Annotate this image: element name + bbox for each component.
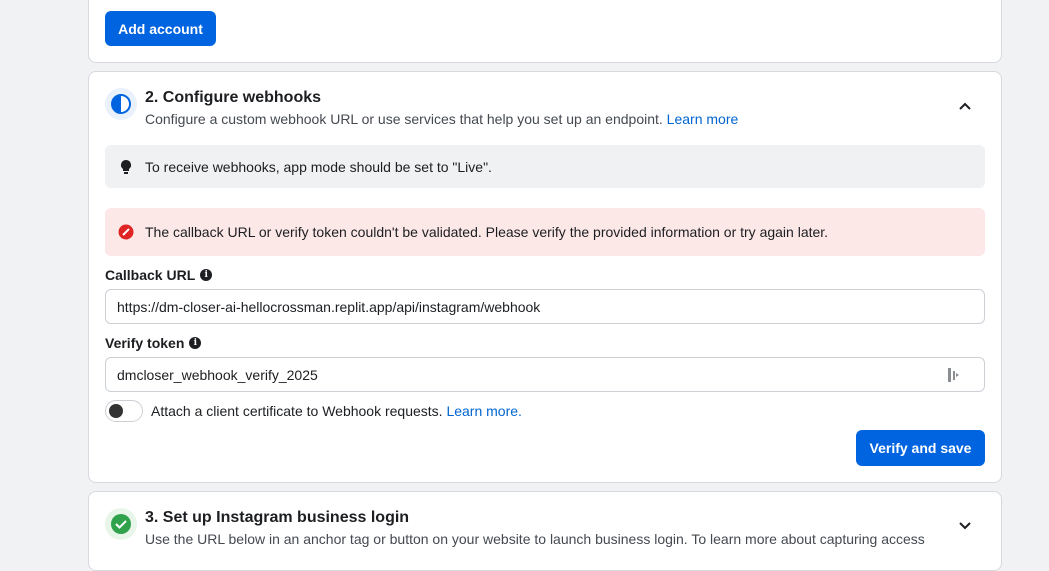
- info-icon[interactable]: i: [189, 337, 202, 349]
- error-banner-text: The callback URL or verify token couldn'…: [145, 224, 829, 240]
- chevron-down-icon[interactable]: [955, 516, 975, 536]
- verify-and-save-button[interactable]: Verify and save: [856, 430, 985, 466]
- client-certificate-toggle[interactable]: [105, 400, 143, 422]
- lightbulb-icon: [105, 159, 145, 175]
- business-login-card: 3. Set up Instagram business login Use t…: [88, 491, 1002, 571]
- check-circle-icon: [105, 508, 137, 540]
- half-progress-icon: [105, 88, 137, 120]
- connect-accounts-card: Add account: [88, 0, 1002, 63]
- callback-url-input[interactable]: [105, 289, 985, 324]
- client-certificate-text: Attach a client certificate to Webhook r…: [151, 403, 522, 419]
- step-title: 3. Set up Instagram business login: [145, 509, 410, 526]
- client-certificate-label: Attach a client certificate to Webhook r…: [151, 403, 443, 419]
- step-description: Configure a custom webhook URL or use se…: [145, 111, 738, 127]
- info-banner-text: To receive webhooks, app mode should be …: [145, 158, 492, 175]
- verify-token-input[interactable]: [105, 357, 985, 392]
- learn-more-link[interactable]: Learn more: [667, 111, 739, 127]
- info-icon[interactable]: i: [200, 269, 213, 281]
- password-manager-icon[interactable]: [947, 367, 961, 388]
- callback-url-label-text: Callback URL: [105, 267, 196, 283]
- add-account-button[interactable]: Add account: [105, 11, 216, 46]
- verify-token-label: Verify token i: [105, 335, 202, 351]
- step-description: Use the URL below in an anchor tag or bu…: [145, 531, 925, 547]
- error-banner: The callback URL or verify token couldn'…: [105, 208, 985, 256]
- verify-token-label-text: Verify token: [105, 335, 185, 351]
- configure-webhooks-card: 2. Configure webhooks Configure a custom…: [88, 71, 1002, 483]
- info-banner: To receive webhooks, app mode should be …: [105, 145, 985, 188]
- certificate-learn-more-link[interactable]: Learn more.: [446, 403, 521, 419]
- step-title: 2. Configure webhooks: [145, 89, 322, 106]
- chevron-up-icon[interactable]: [955, 96, 975, 116]
- callback-url-label: Callback URL i: [105, 267, 213, 283]
- error-icon: [105, 224, 145, 240]
- step-description-text: Configure a custom webhook URL or use se…: [145, 111, 663, 127]
- toggle-knob: [109, 404, 123, 418]
